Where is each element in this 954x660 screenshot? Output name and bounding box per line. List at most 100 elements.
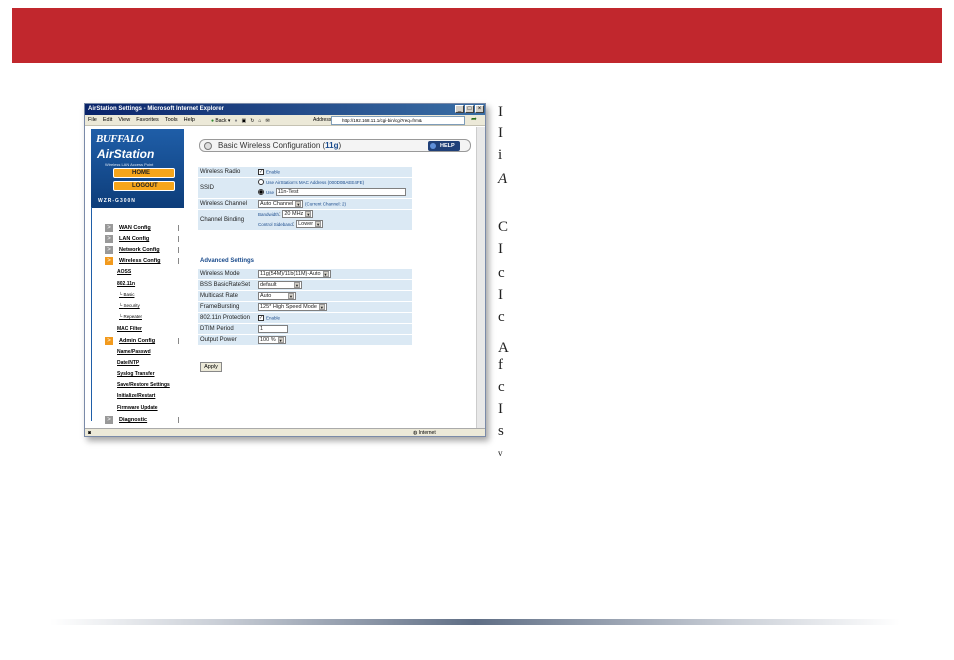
- row-wireless-radio: Wireless Radio ✓ Enable: [198, 167, 412, 177]
- logout-button[interactable]: LOGOUT: [113, 181, 175, 191]
- basic-settings-table: Wireless Radio ✓ Enable SSID Use AirStati…: [198, 166, 412, 231]
- nav-item-wireless[interactable]: > Wireless Config: [105, 256, 181, 266]
- row-dtim: DTIM Period 1: [198, 324, 412, 334]
- side-text-line: f: [498, 357, 503, 373]
- refresh-icon[interactable]: ↻: [250, 118, 254, 124]
- back-button[interactable]: ● Back ▾: [211, 118, 230, 124]
- side-text-line: I: [498, 401, 503, 417]
- nav-date-ntp[interactable]: Date/NTP: [117, 360, 139, 366]
- globe-icon: ◍: [413, 430, 418, 436]
- header-banner: [12, 8, 942, 63]
- go-icon[interactable]: ➦: [471, 115, 477, 123]
- status-zone: ◍ Internet: [413, 430, 436, 436]
- nav-name-passwd[interactable]: Name/Passwd: [117, 349, 151, 355]
- output-power-select[interactable]: 100 % ▼: [258, 336, 286, 344]
- chevron-right-icon: >: [105, 224, 113, 232]
- dropdown-arrow-icon: ▼: [315, 221, 322, 228]
- nav-initialize[interactable]: Initialize/Restart: [117, 393, 155, 399]
- side-text-line: c: [498, 309, 505, 325]
- nav-item-diagnostic[interactable]: > Diagnostic: [105, 415, 181, 425]
- wireless-mode-select[interactable]: 11g(54M)/11b(11M)-Auto ▼: [258, 270, 331, 278]
- nav-basic[interactable]: └ Basic: [119, 292, 134, 297]
- dropdown-arrow-icon: ▼: [277, 337, 284, 343]
- bandwidth-select[interactable]: 20 MHz ▼: [282, 210, 314, 219]
- help-icon: [430, 143, 436, 149]
- nav-item-wan[interactable]: > WAN Config: [105, 223, 181, 233]
- row-wireless-mode: Wireless Mode 11g(54M)/11b(11M)-Auto ▼: [198, 269, 412, 279]
- dtim-input[interactable]: 1: [258, 325, 288, 333]
- menu-view[interactable]: View: [115, 115, 133, 125]
- nav-divider: [91, 207, 92, 421]
- radio-enable-checkbox[interactable]: ✓: [258, 168, 264, 175]
- row-bss-rateset: BSS BasicRateSet default ▼: [198, 280, 412, 290]
- advanced-settings-table: Wireless Mode 11g(54M)/11b(11M)-Auto ▼ BS…: [198, 268, 412, 346]
- home-icon[interactable]: ⌂: [258, 118, 261, 124]
- row-ssid: SSID Use AirStation's MAC Address (000D0…: [198, 178, 412, 198]
- address-label: Address: [313, 117, 332, 123]
- side-text-line: I: [498, 287, 503, 303]
- forward-icon[interactable]: ●: [234, 118, 237, 124]
- close-icon[interactable]: ×: [475, 105, 484, 113]
- dropdown-arrow-icon: ▼: [294, 282, 300, 288]
- menu-help[interactable]: Help: [181, 115, 198, 125]
- side-text-line: I: [498, 125, 503, 141]
- dropdown-arrow-icon: ▼: [322, 271, 329, 277]
- address-input[interactable]: http://192.168.11.1/cgi-bin/cgi?req=frm&: [331, 116, 465, 125]
- row-channel-binding: Channel Binding Bandwidth: 20 MHz ▼ Contr…: [198, 210, 412, 230]
- side-text-line: C: [498, 219, 509, 235]
- nav-item-admin[interactable]: > Admin Config: [105, 336, 181, 346]
- back-icon: ●: [211, 117, 215, 124]
- side-text-line: c: [498, 265, 505, 281]
- menu-file[interactable]: File: [85, 115, 100, 125]
- protection-enable-checkbox[interactable]: ✓: [258, 314, 264, 321]
- nav-toolbar: ● Back ▾ ● ▣ ↻ ⌂ ✉: [211, 115, 270, 126]
- model-name: WZR-G300N: [98, 198, 136, 204]
- dropdown-arrow-icon: ▼: [288, 293, 294, 299]
- menu-tools[interactable]: Tools: [162, 115, 181, 125]
- menu-edit[interactable]: Edit: [100, 115, 115, 125]
- mail-icon[interactable]: ✉: [265, 118, 269, 124]
- nav-save-restore[interactable]: Save/Restore Settings: [117, 382, 170, 388]
- stop-icon[interactable]: ▣: [241, 118, 246, 124]
- nav-80211n[interactable]: 802.11n: [117, 281, 135, 287]
- nav-item-network[interactable]: > Network Config: [105, 245, 181, 255]
- nav-repeater[interactable]: └ Repeater: [119, 314, 142, 319]
- nav-item-lan[interactable]: > LAN Config: [105, 234, 181, 244]
- main-panel: Basic Wireless Configuration (11g) HELP …: [196, 127, 485, 428]
- bss-rateset-select[interactable]: default ▼: [258, 281, 302, 289]
- left-navigation: BUFFALO AirStation Wireless LAN Access P…: [85, 127, 185, 428]
- minimize-icon[interactable]: _: [455, 105, 464, 113]
- nav-firmware[interactable]: Firmware Update: [117, 405, 158, 411]
- product-subtitle: Wireless LAN Access Point: [105, 162, 154, 167]
- frame-bursting-select[interactable]: 125* High Speed Mode ▼: [258, 303, 327, 311]
- ssid-input[interactable]: 11n-Test: [275, 188, 406, 197]
- channel-select[interactable]: Auto Channel ▼: [258, 200, 304, 208]
- window-title: AirStation Settings - Microsoft Internet…: [85, 104, 485, 115]
- footer-rule: [50, 619, 900, 625]
- browser-window: AirStation Settings - Microsoft Internet…: [84, 103, 486, 437]
- chevron-right-icon: >: [105, 337, 113, 345]
- chevron-right-icon: >: [105, 246, 113, 254]
- ssid-custom-radio[interactable]: [258, 189, 264, 196]
- nav-aoss[interactable]: AOSS: [117, 269, 131, 275]
- maximize-icon[interactable]: □: [465, 105, 474, 113]
- sideband-select[interactable]: Lower ▼: [296, 220, 324, 229]
- menu-favorites[interactable]: Favorites: [133, 115, 162, 125]
- row-output-power: Output Power 100 % ▼: [198, 335, 412, 345]
- help-button[interactable]: HELP: [428, 141, 460, 151]
- home-button[interactable]: HOME: [113, 168, 175, 178]
- side-text-line: A: [498, 340, 509, 356]
- nav-syslog[interactable]: Syslog Transfer: [117, 371, 155, 377]
- side-text-line: c: [498, 379, 505, 395]
- nav-mac-filter[interactable]: MAC Filter: [117, 326, 142, 332]
- vertical-scrollbar[interactable]: [476, 127, 485, 428]
- side-text-line: v: [498, 448, 503, 458]
- multicast-rate-select[interactable]: Auto ▼: [258, 292, 296, 300]
- row-multicast-rate: Multicast Rate Auto ▼: [198, 291, 412, 301]
- nav-security[interactable]: └ Security: [119, 303, 140, 308]
- side-text-line: I: [498, 241, 503, 257]
- ssid-mac-radio[interactable]: [258, 179, 264, 186]
- section-icon: [204, 142, 212, 150]
- apply-button[interactable]: Apply: [200, 362, 222, 372]
- dropdown-arrow-icon: ▼: [295, 201, 302, 207]
